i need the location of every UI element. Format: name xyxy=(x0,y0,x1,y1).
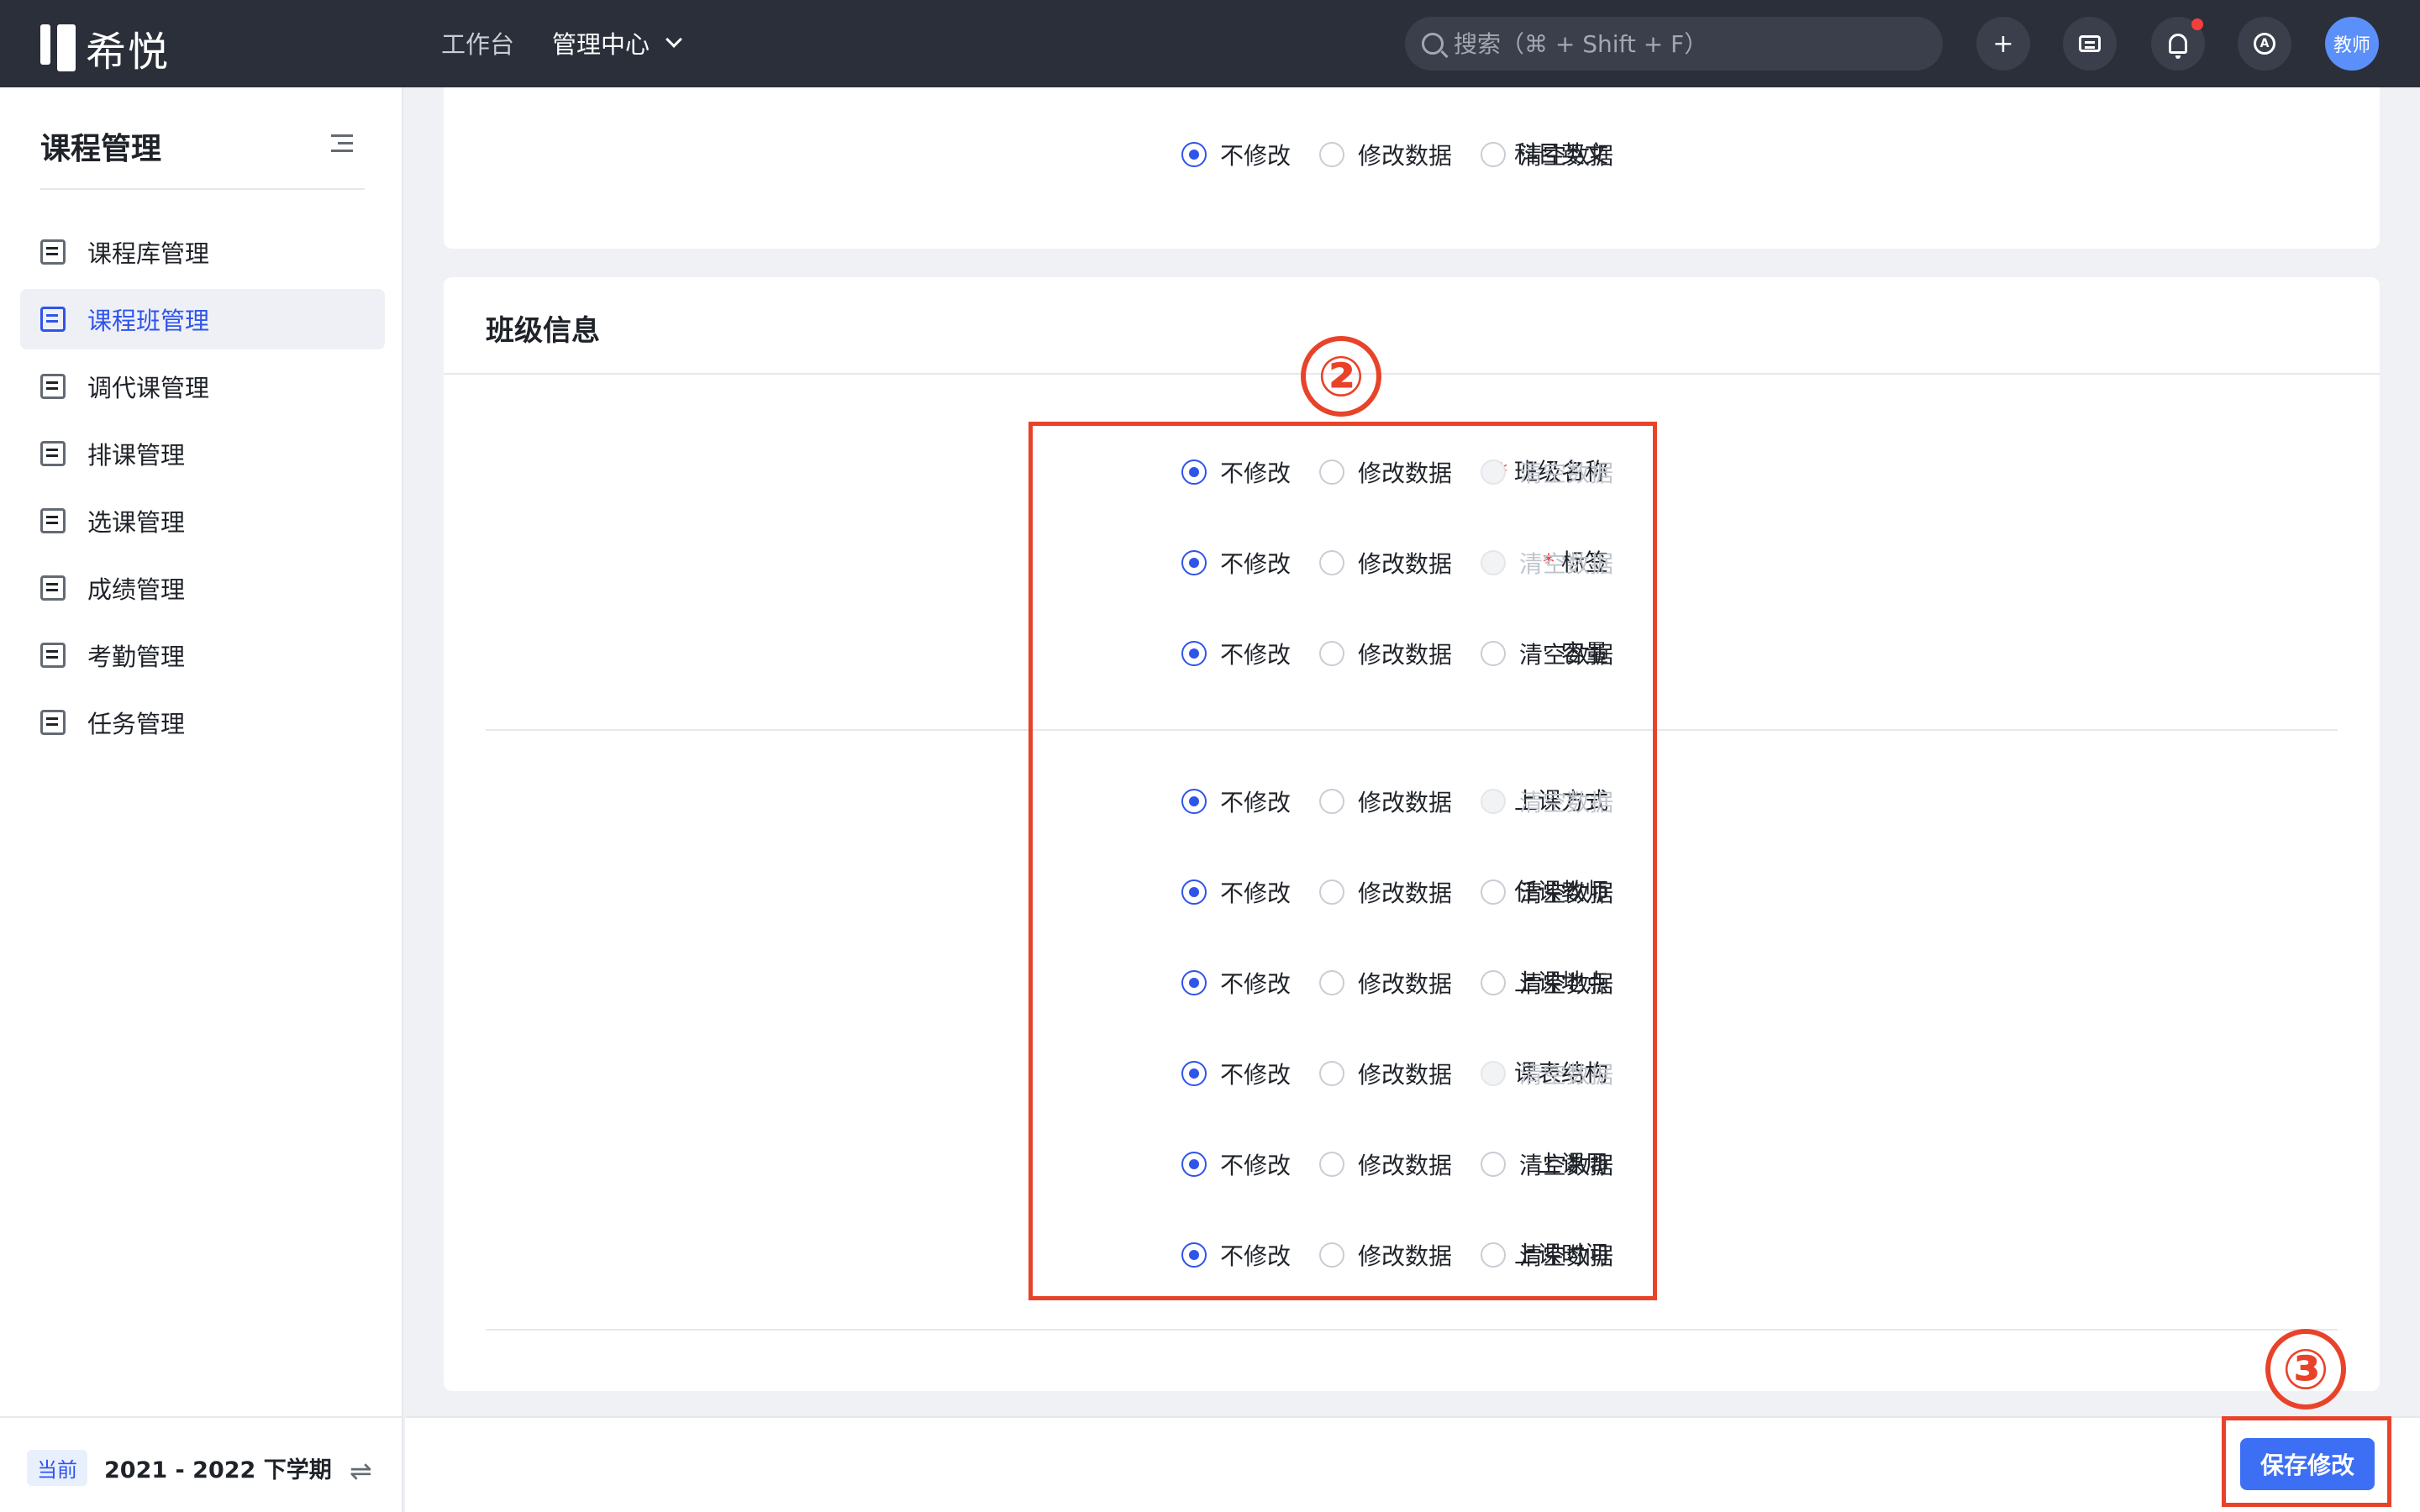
sidebar: 课程管理 课程库管理课程班管理调代课管理排课管理选课管理成绩管理考勤管理任务管理… xyxy=(0,87,403,1512)
sidebar-title: 课程管理 xyxy=(40,132,162,166)
menu-item-icon xyxy=(40,508,66,533)
swap-term-icon[interactable]: ⇌ xyxy=(350,1455,372,1487)
bottom-action-bar xyxy=(405,1416,2420,1512)
sidebar-item[interactable]: 选课管理 xyxy=(20,491,385,551)
group-divider xyxy=(486,1329,2338,1331)
app-logo[interactable]: 希悦 xyxy=(40,18,170,77)
modify-option[interactable]: 修改数据 xyxy=(1319,138,1452,171)
annotation-step-3: ③ xyxy=(2265,1329,2346,1410)
current-term-badge: 当前 xyxy=(27,1450,87,1486)
menu-item-icon xyxy=(40,575,66,601)
menu-item-icon xyxy=(40,441,66,466)
help-button[interactable]: A xyxy=(2238,17,2291,71)
sidebar-item-label: 课程库管理 xyxy=(87,239,210,268)
term-switcher: 当前 2021 - 2022 下学期 ⇌ xyxy=(0,1416,402,1512)
sidebar-item-label: 课程班管理 xyxy=(87,307,210,335)
bell-icon xyxy=(2169,34,2187,59)
plus-icon: + xyxy=(1992,29,2014,59)
sidebar-item[interactable]: 任务管理 xyxy=(20,692,385,753)
messages-button[interactable] xyxy=(2063,17,2117,71)
help-icon: A xyxy=(2254,33,2275,55)
sidebar-item[interactable]: 课程库管理 xyxy=(20,222,385,282)
nav-admin-label: 管理中心 xyxy=(552,30,650,59)
option-label: 修改数据 xyxy=(1358,142,1453,170)
sidebar-item-label: 任务管理 xyxy=(87,710,186,738)
keep-option[interactable]: 不修改 xyxy=(1181,138,1291,171)
sidebar-item[interactable]: 调代课管理 xyxy=(20,356,385,417)
add-button[interactable]: + xyxy=(1976,17,2030,71)
search-bar[interactable] xyxy=(1405,17,1943,71)
chevron-down-icon xyxy=(666,31,682,48)
option-label: 不修改 xyxy=(1220,142,1292,170)
annotation-box-step-2 xyxy=(1028,422,1657,1300)
logo-mark xyxy=(40,24,76,71)
search-icon xyxy=(1422,33,1444,55)
menu-item-icon xyxy=(40,643,66,668)
radio-button[interactable] xyxy=(1481,142,1506,167)
option-label: 清空数据 xyxy=(1519,142,1614,170)
menu-item-icon xyxy=(40,307,66,332)
menu-item-icon xyxy=(40,374,66,399)
nav-workbench[interactable]: 工作台 xyxy=(441,25,514,60)
sidebar-item[interactable]: 课程班管理 xyxy=(20,289,385,349)
message-icon xyxy=(2079,35,2101,52)
subject-section: 科目英文 不修改 修改数据 清空数据 xyxy=(444,87,2380,249)
sidebar-item-label: 排课管理 xyxy=(87,441,186,470)
section-title: 班级信息 xyxy=(486,314,600,348)
sidebar-item-label: 调代课管理 xyxy=(87,374,210,402)
sidebar-item[interactable]: 考勤管理 xyxy=(20,625,385,685)
nav-admin-center[interactable]: 管理中心 xyxy=(552,25,682,60)
sidebar-menu: 课程库管理课程班管理调代课管理排课管理选课管理成绩管理考勤管理任务管理 xyxy=(20,222,385,759)
user-avatar[interactable]: 教师 xyxy=(2325,17,2379,71)
sidebar-item[interactable]: 排课管理 xyxy=(20,423,385,484)
collapse-sidebar-icon[interactable] xyxy=(331,134,353,153)
current-term: 2021 - 2022 下学期 xyxy=(104,1457,332,1483)
notification-dot xyxy=(2191,18,2203,30)
sidebar-item-label: 考勤管理 xyxy=(87,643,186,671)
sidebar-item-label: 选课管理 xyxy=(87,508,186,537)
radio-button[interactable] xyxy=(1181,142,1207,167)
search-input[interactable] xyxy=(1454,29,1924,58)
annotation-step-2: ② xyxy=(1301,336,1381,417)
field-option-row: 科目英文 不修改 修改数据 清空数据 xyxy=(444,138,2380,171)
top-bar: 希悦 xyxy=(0,0,2420,87)
sidebar-item-label: 成绩管理 xyxy=(87,575,186,604)
menu-item-icon xyxy=(40,710,66,735)
sidebar-divider xyxy=(40,188,365,190)
section-divider xyxy=(444,373,2380,375)
sidebar-item[interactable]: 成绩管理 xyxy=(20,558,385,618)
app-name: 希悦 xyxy=(86,29,171,76)
radio-button[interactable] xyxy=(1319,142,1344,167)
annotation-box-step-3 xyxy=(2222,1416,2391,1507)
menu-item-icon xyxy=(40,239,66,265)
clear-option[interactable]: 清空数据 xyxy=(1481,138,1613,171)
